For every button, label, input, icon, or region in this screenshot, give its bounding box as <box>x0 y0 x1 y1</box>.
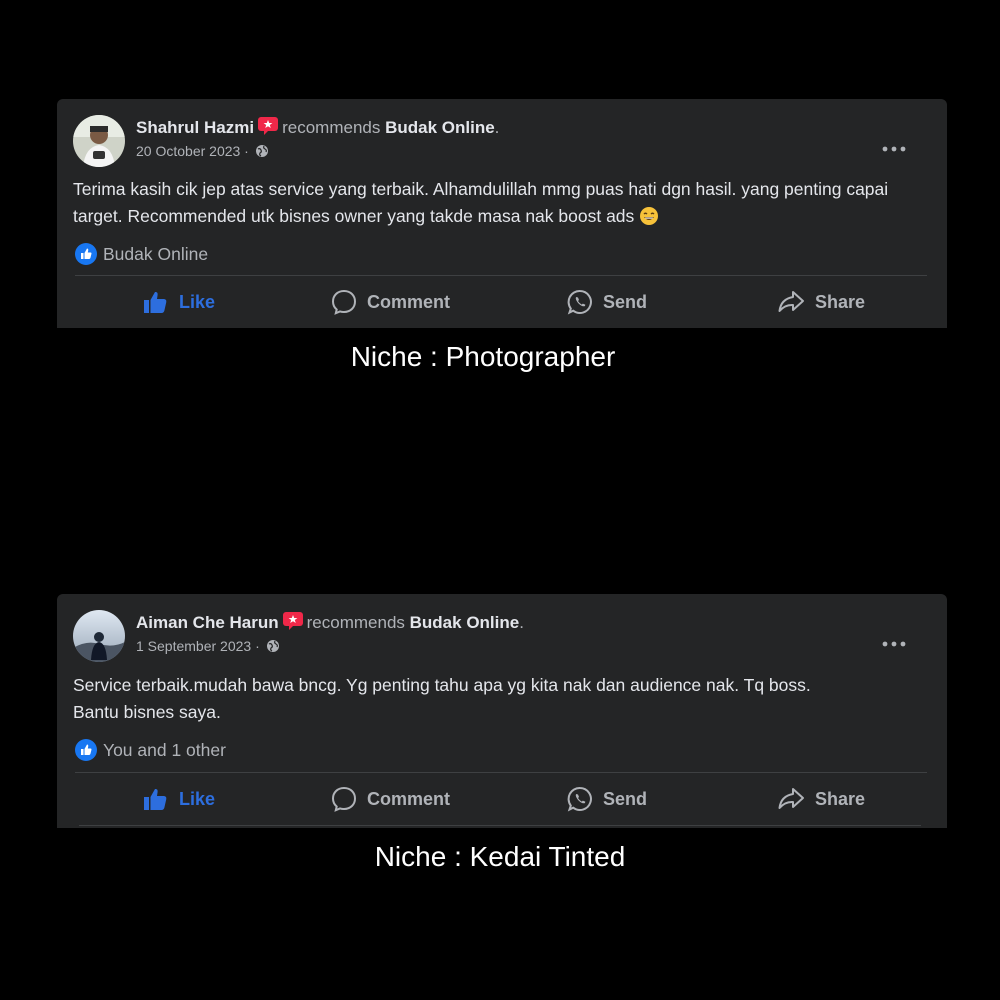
post-header: Shahrul Hazmi recommends Budak Online. 20… <box>73 115 931 169</box>
more-options-icon[interactable] <box>881 143 907 155</box>
niche-caption: Niche : Kedai Tinted <box>374 841 626 872</box>
avatar[interactable] <box>73 610 125 662</box>
share-button[interactable]: Share <box>777 277 865 327</box>
post-text: Service terbaik.mudah bawa bncg. Yg pent… <box>73 672 931 726</box>
send-label: Send <box>603 788 648 809</box>
share-label: Share <box>815 291 866 312</box>
whatsapp-icon <box>567 289 592 315</box>
page-name-link[interactable]: Budak Online <box>410 613 520 632</box>
share-arrow-icon <box>778 291 804 312</box>
action-bar: Like Comment Send Share <box>75 774 927 824</box>
reaction-text: Budak Online <box>103 244 209 264</box>
author-name[interactable]: Aiman Che Harun <box>136 613 279 632</box>
action-bar: Like Comment Send Share <box>75 277 927 327</box>
like-button[interactable]: Like <box>143 774 215 824</box>
send-button[interactable]: Send <box>567 277 647 327</box>
post-text-line: Service terbaik.mudah bawa bncg. Yg pent… <box>73 675 811 695</box>
recommends-label: recommends <box>282 118 381 137</box>
author-name[interactable]: Shahrul Hazmi <box>136 118 254 137</box>
recommendation-post: Aiman Che Harun recommends Budak Online. … <box>57 594 947 828</box>
reaction-text: You and 1 other <box>103 740 226 760</box>
share-arrow-icon <box>778 788 804 809</box>
recommend-icon <box>282 612 303 630</box>
comment-button[interactable]: Comment <box>331 774 450 824</box>
page: Shahrul Hazmi recommends Budak Online. 20… <box>0 0 1000 1000</box>
post-date[interactable]: 1 September 2023 · <box>136 638 260 654</box>
recommendation-post: Shahrul Hazmi recommends Budak Online. 20… <box>57 99 947 328</box>
share-label: Share <box>815 788 866 809</box>
globe-icon <box>255 145 268 157</box>
share-button[interactable]: Share <box>777 774 865 824</box>
send-label: Send <box>603 291 648 312</box>
like-badge-icon <box>75 243 97 265</box>
post-text: Terima kasih cik jep atas service yang t… <box>73 176 931 230</box>
page-name-link[interactable]: Budak Online <box>385 118 495 137</box>
like-label: Like <box>179 291 216 312</box>
post-meta: Aiman Che Harun recommends Budak Online. … <box>136 612 871 655</box>
post-meta: Shahrul Hazmi recommends Budak Online. 20… <box>136 117 871 160</box>
more-options-icon[interactable] <box>881 638 907 650</box>
send-button[interactable]: Send <box>567 774 647 824</box>
post-date[interactable]: 20 October 2023 · <box>136 143 249 159</box>
thumbs-up-icon <box>144 788 167 810</box>
like-button[interactable]: Like <box>143 277 215 327</box>
comment-label: Comment <box>367 788 451 809</box>
comment-label: Comment <box>367 291 451 312</box>
comment-icon <box>331 289 357 315</box>
thumbs-up-icon <box>144 291 167 313</box>
divider <box>75 772 927 773</box>
comment-button[interactable]: Comment <box>331 277 450 327</box>
post-header: Aiman Che Harun recommends Budak Online. … <box>73 610 931 664</box>
period: . <box>519 613 524 632</box>
reaction-summary[interactable]: Budak Online <box>75 241 208 267</box>
divider <box>79 825 921 826</box>
whatsapp-icon <box>567 786 592 812</box>
period: . <box>494 118 500 137</box>
comment-icon <box>331 786 357 812</box>
like-badge-icon <box>75 739 97 761</box>
recommend-icon <box>258 117 279 135</box>
niche-caption: Niche : Photographer <box>350 341 616 372</box>
avatar[interactable] <box>73 115 125 167</box>
recommends-label: recommends <box>306 613 405 632</box>
post-text-line: Bantu bisnes saya. <box>73 702 221 722</box>
divider <box>75 275 927 276</box>
grinning-face-emoji <box>640 207 659 225</box>
post-text-content: Terima kasih cik jep atas service yang t… <box>73 179 889 226</box>
reaction-summary[interactable]: You and 1 other <box>75 737 226 763</box>
like-label: Like <box>179 788 216 809</box>
globe-icon <box>266 640 279 652</box>
